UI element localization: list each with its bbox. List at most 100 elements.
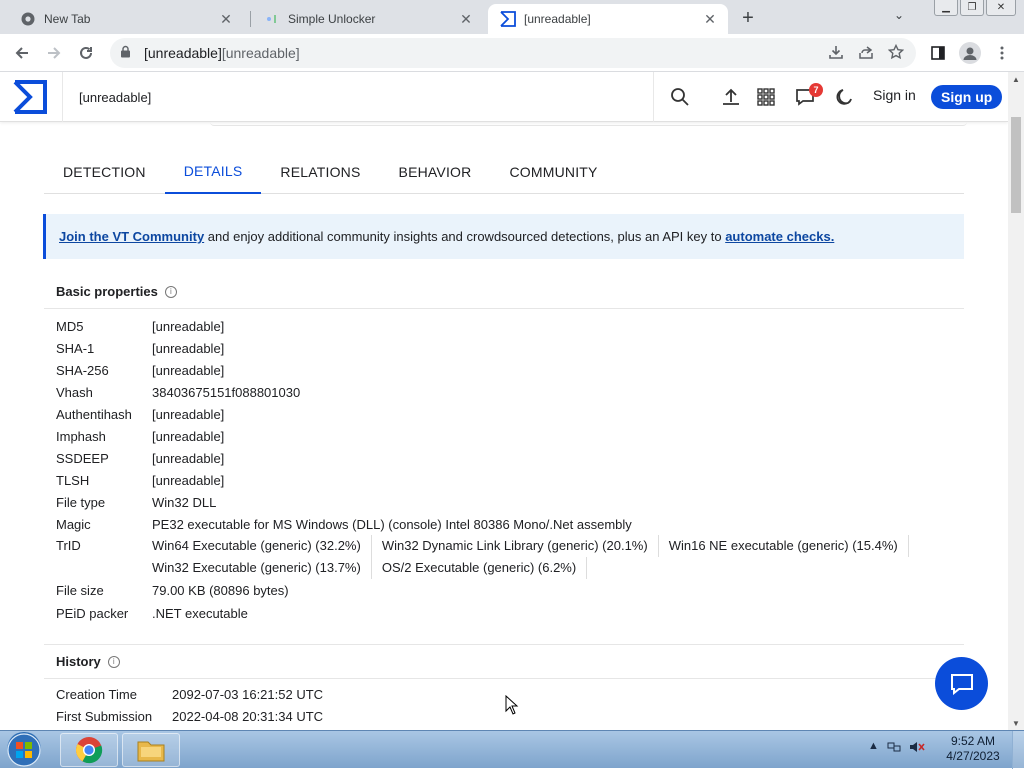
close-tab-icon[interactable]: ✕	[458, 11, 474, 28]
address-bar[interactable]: [unreadable][unreadable]	[110, 38, 916, 68]
property-key: SHA-1	[56, 340, 95, 356]
property-row: SHA-1 [unreadable]	[44, 337, 964, 359]
property-key: Imphash	[56, 428, 106, 444]
vt-search-input[interactable]: [unreadable]	[62, 72, 654, 122]
search-icon[interactable]	[668, 85, 692, 109]
tab-detection[interactable]: DETECTION	[44, 150, 165, 194]
back-arrow-icon[interactable]	[10, 41, 34, 65]
history-value: 2022-04-08 20:31:34 UTC	[172, 708, 324, 724]
network-icon[interactable]	[887, 740, 901, 757]
volume-muted-icon[interactable]	[909, 740, 925, 757]
browser-tab-virustotal[interactable]: [unreadable] ✕	[488, 4, 728, 34]
section-header: History i	[44, 645, 964, 679]
section-header: Basic properties i	[44, 275, 964, 309]
taskbar-chrome[interactable]	[60, 733, 118, 767]
tab-details[interactable]: DETAILS	[164, 150, 262, 194]
scroll-up-arrow-icon[interactable]: ▲	[1008, 72, 1024, 86]
property-key: MD5	[56, 318, 84, 334]
tab-relations[interactable]: RELATIONS	[261, 150, 379, 194]
info-icon[interactable]: i	[107, 655, 120, 668]
tab-title: New Tab	[44, 12, 91, 26]
property-key: File type	[56, 494, 106, 510]
window-controls: ▁ ❐ ✕	[934, 0, 1016, 16]
header-shadow-card	[210, 122, 967, 126]
apps-grid-icon[interactable]	[754, 85, 778, 109]
system-clock[interactable]: 9:52 AM 4/27/2023	[940, 734, 1006, 764]
show-hidden-icons-icon[interactable]: ▲	[868, 740, 879, 757]
share-icon[interactable]	[858, 44, 874, 63]
property-value: PE32 executable for MS Windows (DLL) (co…	[152, 516, 632, 532]
forward-arrow-icon[interactable]	[42, 41, 66, 65]
minimize-button[interactable]: ▁	[934, 0, 958, 16]
property-row: File size 79.00 KB (80896 bytes)	[44, 579, 964, 601]
close-tab-icon[interactable]: ✕	[702, 11, 718, 28]
trid-values: Win64 Executable (generic) (32.2%) Win32…	[152, 535, 932, 579]
report-tabs: DETECTION DETAILS RELATIONS BEHAVIOR COM…	[44, 150, 964, 194]
start-button[interactable]	[4, 732, 44, 768]
tab-behavior[interactable]: BEHAVIOR	[380, 150, 491, 194]
restore-button[interactable]: ❐	[960, 0, 984, 16]
dark-mode-moon-icon[interactable]	[832, 85, 856, 109]
property-value: [unreadable]	[152, 472, 225, 488]
history-row: Creation Time 2092-07-03 16:21:52 UTC	[44, 683, 964, 705]
browser-tab-new-tab[interactable]: New Tab ✕	[8, 4, 244, 34]
virustotal-logo[interactable]	[12, 79, 48, 115]
community-banner: Join the VT Community and enjoy addition…	[43, 214, 964, 259]
history-value: 2092-07-03 16:21:52 UTC	[172, 686, 324, 702]
property-value: 79.00 KB (80896 bytes)	[152, 582, 289, 598]
windows-taskbar: ▲ 9:52 AM 4/27/2023	[0, 730, 1024, 769]
tab-search-chevron-icon[interactable]: ⌄	[894, 8, 904, 22]
scroll-down-arrow-icon[interactable]: ▼	[1008, 716, 1024, 730]
section-title: History	[56, 654, 101, 669]
browser-menu-icon[interactable]	[990, 41, 1014, 65]
mouse-cursor-icon	[505, 695, 519, 715]
automate-checks-link[interactable]: automate checks.	[725, 229, 834, 244]
lock-icon[interactable]	[120, 45, 134, 61]
property-key: SSDEEP	[56, 450, 109, 466]
tab-community[interactable]: COMMUNITY	[490, 150, 616, 194]
page-scrollbar[interactable]: ▲ ▼	[1008, 72, 1024, 730]
chat-bubble-icon	[950, 673, 973, 695]
sign-in-link[interactable]: Sign in	[873, 87, 916, 103]
property-key: Vhash	[56, 384, 93, 400]
url-path: [unreadable]	[221, 45, 300, 61]
page-content: [unreadable] 7 Sign in Sign up DETECTION…	[0, 72, 1024, 730]
banner-text: and enjoy additional community insights …	[204, 229, 726, 244]
property-value: .NET executable	[152, 605, 248, 621]
property-value: [unreadable]	[152, 450, 225, 466]
property-value: [unreadable]	[152, 362, 225, 378]
property-value: [unreadable]	[152, 318, 225, 334]
browser-tab-simple-unlocker[interactable]: Simple Unlocker ✕	[252, 4, 484, 34]
close-window-button[interactable]: ✕	[986, 0, 1016, 16]
property-row: SSDEEP [unreadable]	[44, 447, 964, 469]
history-key: Creation Time	[56, 686, 137, 702]
omnibox-actions	[828, 43, 905, 63]
scroll-thumb[interactable]	[1011, 117, 1021, 213]
install-app-icon[interactable]	[828, 44, 844, 63]
taskbar-file-explorer[interactable]	[122, 733, 180, 767]
tab-title: [unreadable]	[524, 12, 591, 26]
property-key: File size	[56, 582, 104, 598]
chrome-icon	[76, 737, 103, 764]
chat-support-button[interactable]	[935, 657, 988, 710]
property-value: [unreadable]	[152, 406, 225, 422]
property-row: Authentihash [unreadable]	[44, 403, 964, 425]
upload-icon[interactable]	[719, 85, 743, 109]
join-community-link[interactable]: Join the VT Community	[59, 229, 204, 244]
browser-toolbar: [unreadable][unreadable]	[0, 34, 1024, 72]
trid-entry: OS/2 Executable (generic) (6.2%)	[382, 557, 588, 579]
side-panel-icon[interactable]	[926, 41, 950, 65]
reload-icon[interactable]	[74, 41, 98, 65]
profile-avatar-icon[interactable]	[958, 41, 982, 65]
bookmark-star-icon[interactable]	[887, 43, 905, 63]
sign-up-button[interactable]: Sign up	[931, 85, 1003, 109]
trid-entry: Win64 Executable (generic) (32.2%)	[152, 535, 372, 557]
new-tab-button[interactable]: +	[736, 6, 760, 30]
basic-properties-section: Basic properties i MD5 [unreadable] SHA-1…	[44, 275, 964, 625]
property-row: MD5 [unreadable]	[44, 315, 964, 337]
close-tab-icon[interactable]: ✕	[218, 11, 234, 28]
info-icon[interactable]: i	[164, 285, 177, 298]
url-text[interactable]: [unreadable][unreadable]	[144, 45, 828, 61]
property-row: Imphash [unreadable]	[44, 425, 964, 447]
show-desktop-button[interactable]	[1012, 731, 1024, 769]
